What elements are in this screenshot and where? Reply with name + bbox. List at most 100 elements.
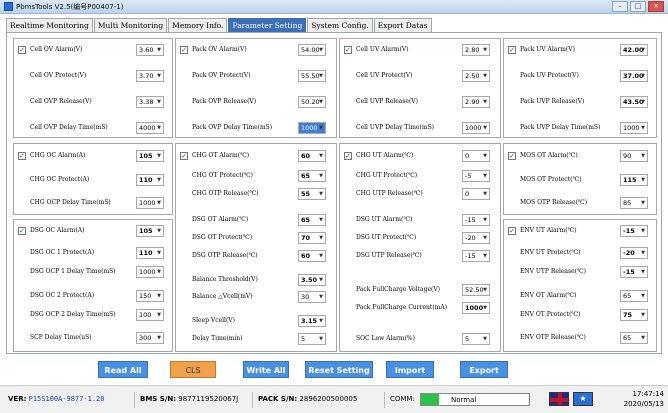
param-value-select[interactable]: 3.38 ▼	[136, 96, 164, 108]
param-value-select[interactable]: 3.15 ▼	[298, 315, 326, 327]
reset-setting-button[interactable]: Reset Setting	[305, 361, 373, 378]
chevron-down-icon[interactable]: ▼	[157, 97, 161, 107]
write-all-button[interactable]: Write All	[243, 361, 289, 378]
param-value-select[interactable]: 65 ▼	[620, 290, 648, 302]
param-value-select[interactable]: 2.90 ▼	[462, 96, 490, 108]
param-value-select[interactable]: 1000 ▼	[136, 266, 164, 278]
enable-checkbox[interactable]: ✓	[344, 46, 352, 54]
chevron-down-icon[interactable]: ▼	[319, 71, 323, 81]
param-value-select[interactable]: 5 ▼	[298, 333, 326, 345]
chevron-down-icon[interactable]: ▼	[157, 333, 161, 343]
chevron-down-icon[interactable]: ▼	[157, 151, 161, 161]
param-value-select[interactable]: 65 ▼	[620, 332, 648, 344]
chevron-down-icon[interactable]: ▼	[641, 97, 645, 107]
chevron-down-icon[interactable]: ▼	[483, 71, 487, 81]
enable-checkbox[interactable]: ✓	[180, 152, 188, 160]
chevron-down-icon[interactable]: ▼	[483, 251, 487, 261]
chevron-down-icon[interactable]: ▼	[483, 233, 487, 243]
chevron-down-icon[interactable]: ▼	[641, 123, 645, 133]
param-value-select[interactable]: 30 ▼	[298, 291, 326, 303]
param-value-select[interactable]: 110 ▼	[136, 174, 164, 186]
param-value-select[interactable]: -15 ▼	[462, 214, 490, 226]
chevron-down-icon[interactable]: ▼	[483, 171, 487, 181]
import-button[interactable]: Import	[386, 361, 434, 378]
chevron-down-icon[interactable]: ▼	[483, 334, 487, 344]
read-all-button[interactable]: Read All	[98, 361, 148, 378]
param-value-select[interactable]: 100 ▼	[136, 309, 164, 321]
param-value-select[interactable]: 300 ▼	[136, 332, 164, 344]
param-value-select[interactable]: 65 ▼	[298, 214, 326, 226]
param-value-select[interactable]: -20 ▼	[462, 232, 490, 244]
tab-parameter-setting[interactable]: Parameter Setting	[228, 18, 307, 32]
close-icon[interactable]: ×	[648, 1, 664, 12]
chevron-down-icon[interactable]: ▼	[319, 233, 323, 243]
param-value-select[interactable]: -20 ▼	[620, 247, 648, 259]
uk-flag-icon[interactable]	[549, 392, 569, 406]
enable-checkbox[interactable]: ✓	[18, 46, 26, 54]
param-value-select[interactable]: 60 ▼	[298, 250, 326, 262]
enable-checkbox[interactable]: ✓	[18, 152, 26, 160]
param-value-select[interactable]: 37.00 ▼	[620, 70, 648, 82]
chevron-down-icon[interactable]: ▼	[157, 248, 161, 258]
param-value-select[interactable]: 60 ▼	[298, 150, 326, 162]
chevron-down-icon[interactable]: ▼	[641, 291, 645, 301]
chevron-down-icon[interactable]: ▼	[641, 151, 645, 161]
param-value-select[interactable]: 2.50 ▼	[462, 70, 490, 82]
chevron-down-icon[interactable]: ▼	[157, 310, 161, 320]
param-value-select[interactable]: 43.50 ▼	[620, 96, 648, 108]
param-value-select[interactable]: 85 ▼	[620, 197, 648, 209]
param-value-select[interactable]: -15 ▼	[462, 250, 490, 262]
chevron-down-icon[interactable]: ▼	[641, 267, 645, 277]
enable-checkbox[interactable]: ✓	[180, 46, 188, 54]
tab-memory-info[interactable]: Memory Info.	[168, 18, 228, 32]
enable-checkbox[interactable]: ✓	[18, 227, 26, 235]
maximize-icon[interactable]: □	[630, 1, 646, 12]
chevron-down-icon[interactable]: ▼	[319, 334, 323, 344]
param-value-select[interactable]: 1000 ▼	[298, 122, 326, 134]
param-value-select[interactable]: 42.00 ▼	[620, 44, 648, 56]
tab-system-config[interactable]: System Config.	[307, 18, 373, 32]
param-value-select[interactable]: 90 ▼	[620, 150, 648, 162]
param-value-select[interactable]: 3.70 ▼	[136, 70, 164, 82]
chevron-down-icon[interactable]: ▼	[319, 316, 323, 326]
cn-flag-icon[interactable]: ★	[573, 392, 593, 406]
param-value-select[interactable]: 0 ▼	[462, 188, 490, 200]
chevron-down-icon[interactable]: ▼	[641, 71, 645, 81]
chevron-down-icon[interactable]: ▼	[157, 291, 161, 301]
param-value-select[interactable]: 55 ▼	[298, 188, 326, 200]
chevron-down-icon[interactable]: ▼	[483, 303, 487, 313]
param-value-select[interactable]: 1000 ▼	[620, 122, 648, 134]
param-value-select[interactable]: 110 ▼	[136, 247, 164, 259]
chevron-down-icon[interactable]: ▼	[319, 215, 323, 225]
tab-multi-monitoring[interactable]: Multi Monitoring	[93, 18, 168, 32]
chevron-down-icon[interactable]: ▼	[483, 215, 487, 225]
param-value-select[interactable]: 54.00 ▼	[298, 44, 326, 56]
param-value-select[interactable]: 0 ▼	[462, 150, 490, 162]
chevron-down-icon[interactable]: ▼	[319, 151, 323, 161]
chevron-down-icon[interactable]: ▼	[157, 267, 161, 277]
chevron-down-icon[interactable]: ▼	[483, 285, 487, 295]
param-value-select[interactable]: 1000 ▼	[462, 122, 490, 134]
chevron-down-icon[interactable]: ▼	[319, 123, 323, 133]
enable-checkbox[interactable]: ✓	[508, 46, 516, 54]
minimize-icon[interactable]: –	[612, 1, 628, 12]
param-value-select[interactable]: 3.60 ▼	[136, 44, 164, 56]
param-value-select[interactable]: 65 ▼	[298, 170, 326, 182]
param-value-select[interactable]: 115 ▼	[620, 174, 648, 186]
chevron-down-icon[interactable]: ▼	[157, 45, 161, 55]
chevron-down-icon[interactable]: ▼	[319, 189, 323, 199]
chevron-down-icon[interactable]: ▼	[483, 45, 487, 55]
param-value-select[interactable]: 4000 ▼	[136, 122, 164, 134]
param-value-select[interactable]: 2.80 ▼	[462, 44, 490, 56]
chevron-down-icon[interactable]: ▼	[483, 123, 487, 133]
chevron-down-icon[interactable]: ▼	[641, 333, 645, 343]
param-value-select[interactable]: -15 ▼	[620, 266, 648, 278]
chevron-down-icon[interactable]: ▼	[641, 175, 645, 185]
chevron-down-icon[interactable]: ▼	[483, 97, 487, 107]
param-value-select[interactable]: -15 ▼	[620, 225, 648, 237]
cls-button[interactable]: CLS	[170, 361, 216, 378]
enable-checkbox[interactable]: ✓	[344, 152, 352, 160]
chevron-down-icon[interactable]: ▼	[641, 248, 645, 258]
chevron-down-icon[interactable]: ▼	[319, 292, 323, 302]
tab-realtime-monitoring[interactable]: Realtime Monitoring	[6, 18, 93, 32]
